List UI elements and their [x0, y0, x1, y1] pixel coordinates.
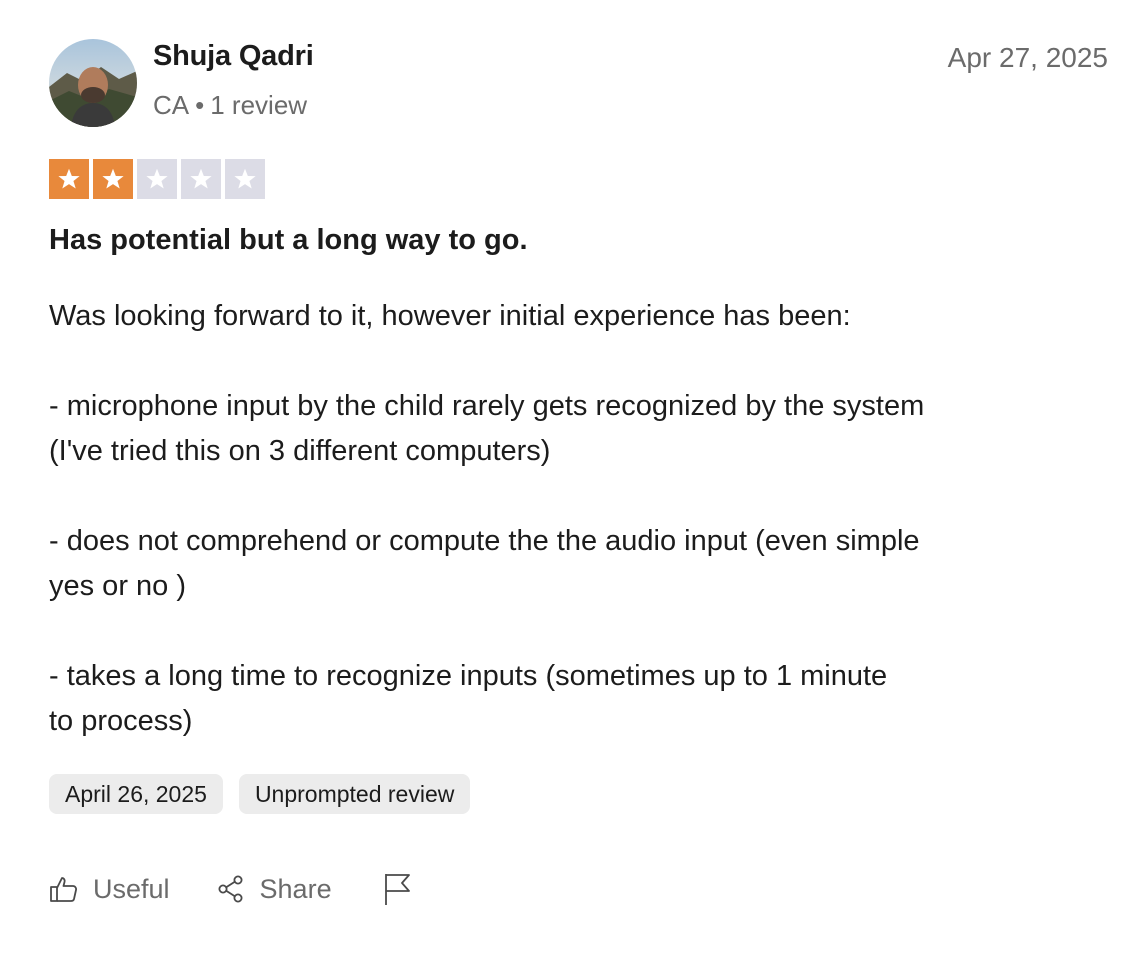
reviewer-country: CA	[153, 90, 190, 120]
review-title[interactable]: Has potential but a long way to go.	[49, 224, 528, 257]
review-card: Shuja Qadri CA • 1 review Apr 27, 2025 Has…	[0, 0, 1140, 965]
avatar-photo	[49, 39, 137, 127]
star-filled	[49, 159, 89, 199]
useful-label: Useful	[93, 873, 170, 904]
report-button[interactable]	[382, 872, 412, 906]
star-icon	[234, 168, 256, 189]
thumbs-up-icon	[49, 874, 79, 904]
avatar[interactable]	[49, 39, 137, 127]
star-empty	[137, 159, 177, 199]
star-icon	[58, 168, 80, 189]
star-empty	[225, 159, 265, 199]
useful-button[interactable]: Useful	[49, 874, 170, 905]
star-empty	[181, 159, 221, 199]
share-label: Share	[259, 873, 332, 904]
flag-icon	[382, 872, 412, 906]
star-icon	[190, 168, 212, 189]
star-icon	[102, 168, 124, 189]
star-filled	[93, 159, 133, 199]
review-date: Apr 27, 2025	[947, 42, 1108, 73]
share-icon	[216, 874, 246, 904]
review-body: Was looking forward to it, however initi…	[49, 300, 925, 737]
star-icon	[146, 168, 168, 189]
reviewer-meta: CA • 1 review	[153, 90, 307, 121]
reviewer-review-count: 1 review	[210, 90, 308, 120]
share-button[interactable]: Share	[216, 874, 332, 905]
review-tags: April 26, 2025 Unprompted review	[49, 774, 471, 814]
review-actions: Useful Share	[49, 872, 412, 906]
star-rating	[49, 159, 265, 199]
experience-date-tag: April 26, 2025	[49, 774, 223, 814]
meta-separator: •	[195, 90, 205, 120]
unprompted-review-tag[interactable]: Unprompted review	[238, 774, 471, 814]
reviewer-name[interactable]: Shuja Qadri	[153, 40, 314, 73]
